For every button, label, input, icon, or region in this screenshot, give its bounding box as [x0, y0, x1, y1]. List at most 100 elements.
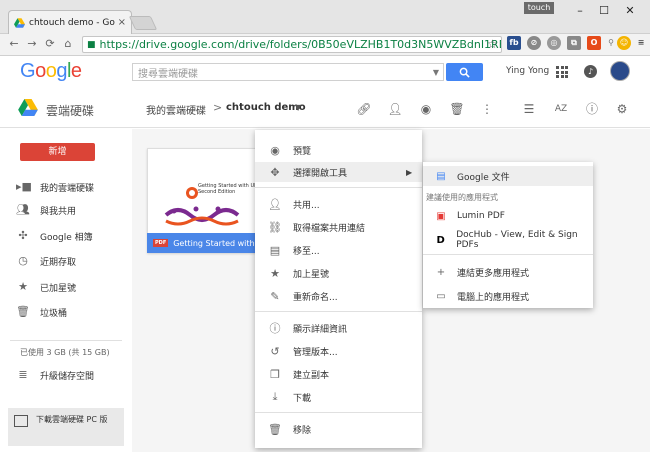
- extension-translate-icon[interactable]: ⧉: [567, 36, 581, 50]
- close-window-button[interactable]: ✕: [620, 4, 640, 18]
- submenu-section-title: 建議使用的應用程式: [426, 193, 498, 202]
- chrome-menu-icon[interactable]: ≡: [634, 36, 648, 50]
- dochub-icon: D: [436, 234, 445, 246]
- extension-smile-icon[interactable]: ☺: [617, 36, 631, 50]
- extension-office-icon[interactable]: O: [587, 36, 601, 50]
- sidebar-item-my-drive[interactable]: ▸■ 我的雲端硬碟: [10, 178, 132, 196]
- sidebar-item-label: 與我共用: [40, 206, 77, 217]
- people-icon: 👥︎: [16, 203, 30, 216]
- menu-separator: [255, 412, 422, 413]
- menu-item-preview[interactable]: ◉ 預覽: [255, 140, 422, 160]
- extension-block-icon[interactable]: ⊘: [527, 36, 541, 50]
- menu-item-open-with[interactable]: ✥ 選擇開啟工具: [255, 162, 422, 182]
- settings-gear-icon[interactable]: ⚙: [613, 100, 631, 118]
- avatar[interactable]: [610, 61, 630, 81]
- file-name-bar[interactable]: PDF Getting Started with ...: [147, 233, 260, 253]
- menu-item-share[interactable]: 👤︎ 共用...: [255, 194, 422, 214]
- back-arrow-icon[interactable]: ←: [6, 36, 22, 52]
- menu-item-star[interactable]: ★ 加上星號: [255, 263, 422, 283]
- apps-grid-icon[interactable]: [556, 66, 568, 78]
- drive-title[interactable]: 雲端硬碟: [46, 102, 94, 119]
- maximize-button[interactable]: ☐: [594, 4, 614, 18]
- user-name[interactable]: Ying Yong: [506, 66, 549, 76]
- search-input[interactable]: 搜尋雲端硬碟 ▼: [132, 63, 444, 81]
- sidebar-item-photos[interactable]: ✣ Google 相簿: [10, 227, 132, 245]
- menu-item-label: 共用...: [293, 200, 320, 211]
- submenu-google-docs[interactable]: ▤ Google 文件: [423, 166, 593, 186]
- details-info-icon[interactable]: ⓘ: [583, 100, 601, 118]
- menu-item-get-link[interactable]: ⛓︎ 取得檔案共用連結: [255, 217, 422, 237]
- forward-arrow-icon[interactable]: →: [24, 36, 40, 52]
- menu-item-label: 移除: [293, 425, 312, 436]
- eye-icon: ◉: [270, 143, 280, 157]
- url-input[interactable]: ■ https://drive.google.com/drive/folders…: [82, 36, 502, 53]
- extension-tools-icon[interactable]: ⚲: [604, 36, 618, 50]
- storage-icon: ≣: [18, 368, 28, 381]
- submenu-lumin-pdf[interactable]: ▣ Lumin PDF: [423, 206, 593, 226]
- search-icon: [459, 67, 470, 78]
- lumin-pdf-icon: ▣: [436, 210, 446, 222]
- google-logo[interactable]: Google: [20, 60, 82, 83]
- logo-letter: G: [20, 60, 36, 82]
- submenu-label: 連結更多應用程式: [457, 268, 530, 279]
- extension-fb-icon[interactable]: fb: [507, 36, 521, 50]
- search-options-caret-icon[interactable]: ▼: [433, 68, 439, 77]
- submenu-arrow-icon: ▶: [406, 168, 413, 177]
- drive-favicon-icon: [14, 17, 25, 28]
- share-add-person-icon[interactable]: 👤︎: [386, 100, 404, 118]
- sort-az-icon[interactable]: AZ: [552, 100, 570, 118]
- reload-icon[interactable]: ⟳: [42, 36, 58, 52]
- breadcrumb-separator: >: [213, 101, 223, 114]
- menu-item-rename[interactable]: ✎ 重新命名...: [255, 286, 422, 306]
- sidebar-item-label: Google 相簿: [40, 232, 93, 243]
- menu-item-versions[interactable]: ↺ 管理版本...: [255, 341, 422, 361]
- sidebar-item-trash[interactable]: 🗑︎ 垃圾桶: [10, 303, 132, 321]
- browser-tab[interactable]: chtouch demo - Google ×: [8, 10, 132, 34]
- plus-icon: +: [436, 266, 446, 278]
- star-icon: ★: [270, 266, 280, 280]
- get-link-icon[interactable]: 🔗︎: [355, 100, 373, 118]
- search-button[interactable]: [446, 63, 483, 81]
- pdf-badge-icon: PDF: [153, 239, 169, 247]
- menu-item-download[interactable]: ⤓ 下載: [255, 387, 422, 407]
- menu-separator: [255, 311, 422, 312]
- download-drive-pc-banner[interactable]: 下載雲端硬碟 PC 版: [8, 408, 124, 446]
- minimize-button[interactable]: –: [570, 4, 590, 18]
- extension-circle-icon[interactable]: ◎: [547, 36, 561, 50]
- menu-item-details[interactable]: ⓘ 顯示詳細資訊: [255, 318, 422, 338]
- tab-title: chtouch demo - Google: [29, 17, 115, 28]
- more-actions-icon[interactable]: ⋮: [478, 100, 496, 118]
- submenu-connect-more-apps[interactable]: + 連結更多應用程式: [423, 262, 593, 282]
- rename-icon: ✎: [270, 289, 280, 303]
- logo-letter: o: [45, 60, 57, 82]
- clock-icon: ◷: [18, 254, 28, 267]
- preview-eye-icon[interactable]: ◉: [417, 100, 435, 118]
- history-icon: ↺: [270, 344, 280, 358]
- storage-usage: 已使用 3 GB (共 15 GB): [20, 348, 110, 357]
- upgrade-storage-link[interactable]: ≣ 升級儲存空間: [10, 366, 132, 384]
- breadcrumb-current-folder[interactable]: chtouch demo: [226, 102, 306, 113]
- notifications-bell-icon[interactable]: ♪: [584, 65, 597, 78]
- sidebar-item-starred[interactable]: ★ 已加星號: [10, 278, 132, 296]
- tab-close-icon[interactable]: ×: [118, 17, 126, 28]
- sidebar-item-shared[interactable]: 👥︎ 與我共用: [10, 201, 132, 219]
- home-icon[interactable]: ⌂: [60, 36, 76, 52]
- logo-letter: e: [70, 60, 82, 82]
- list-view-icon[interactable]: ☰: [520, 100, 538, 118]
- submenu-dochub[interactable]: D DocHub - View, Edit & Sign PDFs: [423, 230, 593, 250]
- menu-item-copy[interactable]: ❐ 建立副本: [255, 364, 422, 384]
- menu-item-remove[interactable]: 🗑︎ 移除: [255, 419, 422, 439]
- open-with-icon: ✥: [270, 165, 280, 179]
- sidebar-item-recent[interactable]: ◷ 近期存取: [10, 252, 132, 270]
- new-button[interactable]: 新增: [20, 143, 95, 161]
- delete-trash-icon[interactable]: 🗑︎: [448, 100, 466, 118]
- pinwheel-icon: ✣: [18, 229, 28, 242]
- menu-item-label: 移至...: [293, 246, 320, 257]
- submenu-computer-apps[interactable]: ▭ 電腦上的應用程式: [423, 286, 593, 306]
- folder-menu-caret-icon[interactable]: ▼: [295, 103, 301, 112]
- breadcrumb-my-drive[interactable]: 我的雲端硬碟: [146, 102, 206, 117]
- menu-item-move[interactable]: ▤ 移至...: [255, 240, 422, 260]
- drive-logo-icon[interactable]: [18, 99, 38, 116]
- upgrade-label: 升級儲存空間: [40, 371, 95, 382]
- bookmark-star-icon[interactable]: ☆: [487, 37, 498, 51]
